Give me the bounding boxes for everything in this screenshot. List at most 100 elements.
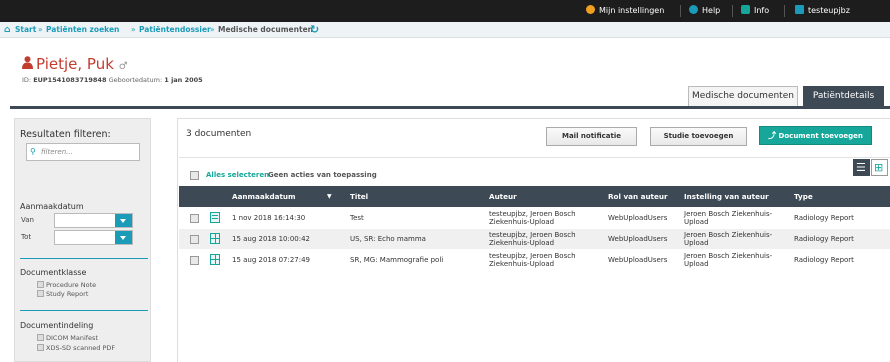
divider: [680, 5, 681, 17]
info-icon: [741, 5, 750, 14]
cell-type: Radiology Report: [794, 256, 854, 264]
to-date-input[interactable]: [54, 230, 133, 245]
list-icon: ☰: [856, 161, 866, 174]
home-icon[interactable]: ⌂: [4, 22, 10, 38]
gear-icon: [586, 5, 595, 14]
cell-title[interactable]: SR, MG: Mammografie poli: [350, 256, 443, 265]
add-document-button[interactable]: ⤴ Document toevoegen: [759, 126, 872, 145]
patient-meta: ID: EUP1541083719848 Geboortedatum: 1 ja…: [22, 76, 203, 84]
tab-medical-documents[interactable]: Medische documenten: [688, 86, 798, 106]
breadcrumb: ⌂ Start » Patiënten zoeken » Patiëntendo…: [0, 22, 890, 38]
divider: [732, 5, 733, 17]
breadcrumb-separator: »: [131, 25, 136, 34]
doc-class-heading: Documentklasse: [20, 268, 87, 277]
breadcrumb-patient-record[interactable]: Patiëntendossier: [139, 22, 211, 38]
cell-role: WebUploadUsers: [608, 214, 668, 222]
doc-format-option[interactable]: XDS-SD scanned PDF: [37, 344, 115, 352]
checkbox[interactable]: [37, 290, 44, 297]
checkbox[interactable]: [37, 344, 44, 351]
filter-search-input[interactable]: ⚲ filteren...: [26, 143, 140, 161]
chevron-down-icon[interactable]: [115, 214, 132, 227]
doc-format-heading: Documentindeling: [20, 321, 94, 330]
mail-notification-button[interactable]: Mail notificatie: [546, 127, 637, 146]
cell-author: testeupjbz, Jeroen Bosch Ziekenhuis-Uploa…: [489, 231, 576, 247]
cell-date: 15 aug 2018 10:00:42: [232, 235, 311, 243]
divider: [20, 258, 148, 259]
cell-date: 15 aug 2018 07:27:49: [232, 256, 311, 264]
tab-underline: [10, 106, 890, 109]
from-label: Van: [21, 216, 34, 224]
cell-author: testeupjbz, Jeroen Bosch Ziekenhuis-Uploa…: [489, 252, 576, 268]
table-row[interactable]: 15 aug 2018 10:00:42 US, SR: Echo mamma …: [179, 229, 890, 249]
select-all-checkbox[interactable]: [190, 171, 199, 180]
help-icon: [689, 5, 698, 14]
breadcrumb-start[interactable]: Start: [15, 22, 36, 38]
sort-desc-icon[interactable]: ▼: [327, 186, 332, 207]
breadcrumb-patient-search[interactable]: Patiënten zoeken: [46, 22, 119, 38]
divider: [20, 310, 148, 311]
doc-format-option[interactable]: DICOM Manifest: [37, 334, 98, 342]
refresh-icon[interactable]: ↻: [310, 22, 319, 38]
settings-link[interactable]: Mijn instellingen: [586, 0, 664, 22]
person-icon: [22, 56, 33, 69]
row-checkbox[interactable]: [190, 214, 199, 223]
to-label: Tot: [21, 233, 32, 241]
chevron-down-icon[interactable]: [115, 231, 132, 244]
cell-title[interactable]: US, SR: Echo mamma: [350, 235, 426, 244]
doc-class-option[interactable]: Study Report: [37, 290, 88, 298]
checkbox[interactable]: [37, 334, 44, 341]
logout-link[interactable]: testeupjbz afmelden: [795, 0, 890, 37]
cell-institution: Jeroen Bosch Ziekenhuis- Upload: [684, 210, 773, 226]
from-date-input[interactable]: [54, 213, 133, 228]
filter-title: Resultaten filteren:: [20, 129, 111, 140]
column-header-author-institution[interactable]: Instelling van auteur: [684, 186, 769, 207]
documents-panel: 3 documenten Mail notificatie Studie toe…: [177, 118, 890, 362]
divider: [179, 157, 890, 158]
checkbox[interactable]: [37, 281, 44, 288]
document-icon: [210, 212, 220, 223]
upload-icon: ⤴: [768, 131, 777, 140]
cell-role: WebUploadUsers: [608, 256, 668, 264]
divider: [784, 5, 785, 17]
table-header: Aanmaakdatum ▼ Titel Auteur Rol van aute…: [179, 186, 890, 207]
column-header-author[interactable]: Auteur: [489, 186, 517, 207]
breadcrumb-current: Medische documenten: [218, 25, 313, 34]
cell-institution: Jeroen Bosch Ziekenhuis- Upload: [684, 231, 773, 247]
table-row[interactable]: 1 nov 2018 16:14:30 Test testeupjbz, Jer…: [179, 208, 890, 228]
table-row[interactable]: 15 aug 2018 07:27:49 SR, MG: Mammografie…: [179, 250, 890, 270]
column-header-date[interactable]: Aanmaakdatum: [232, 186, 296, 207]
top-bar: Mijn instellingen Help Info testeupjbz a…: [0, 0, 890, 37]
row-checkbox[interactable]: [190, 235, 199, 244]
cell-institution: Jeroen Bosch Ziekenhuis- Upload: [684, 252, 773, 268]
column-header-title[interactable]: Titel: [350, 186, 368, 207]
info-link[interactable]: Info: [741, 0, 769, 22]
row-checkbox[interactable]: [190, 256, 199, 265]
study-icon: [210, 254, 220, 265]
cell-role: WebUploadUsers: [608, 235, 668, 243]
doc-class-option[interactable]: Procedure Note: [37, 281, 96, 289]
patient-name: Pietje, Puk ♂: [36, 55, 128, 73]
tree-icon: ⊞: [874, 161, 884, 174]
cell-type: Radiology Report: [794, 235, 854, 243]
column-header-type[interactable]: Type: [794, 186, 813, 207]
select-all-link[interactable]: Alles selecteren: [206, 171, 269, 179]
study-icon: [210, 233, 220, 244]
tab-patient-details[interactable]: Patiëntdetails: [803, 86, 884, 106]
cell-title[interactable]: Test: [350, 214, 364, 223]
creation-date-heading: Aanmaakdatum: [20, 202, 84, 211]
column-header-author-role[interactable]: Rol van auteur: [608, 186, 668, 207]
document-count: 3 documenten: [186, 129, 252, 139]
cell-type: Radiology Report: [794, 214, 854, 222]
help-link[interactable]: Help: [689, 0, 720, 22]
male-gender-icon: ♂: [118, 61, 128, 72]
breadcrumb-separator: »: [210, 25, 215, 34]
cell-author: testeupjbz, Jeroen Bosch Ziekenhuis-Uploa…: [489, 210, 576, 226]
user-icon: [795, 5, 804, 14]
no-actions-label: Geen acties van toepassing: [268, 171, 377, 179]
add-study-button[interactable]: Studie toevoegen: [650, 127, 747, 146]
list-view-toggle[interactable]: ☰: [853, 159, 870, 176]
breadcrumb-separator: »: [38, 25, 43, 34]
tree-view-toggle[interactable]: ⊞: [871, 159, 888, 176]
cell-date: 1 nov 2018 16:14:30: [232, 214, 306, 222]
filter-panel: Resultaten filteren: ⚲ filteren... Aanma…: [14, 118, 151, 362]
